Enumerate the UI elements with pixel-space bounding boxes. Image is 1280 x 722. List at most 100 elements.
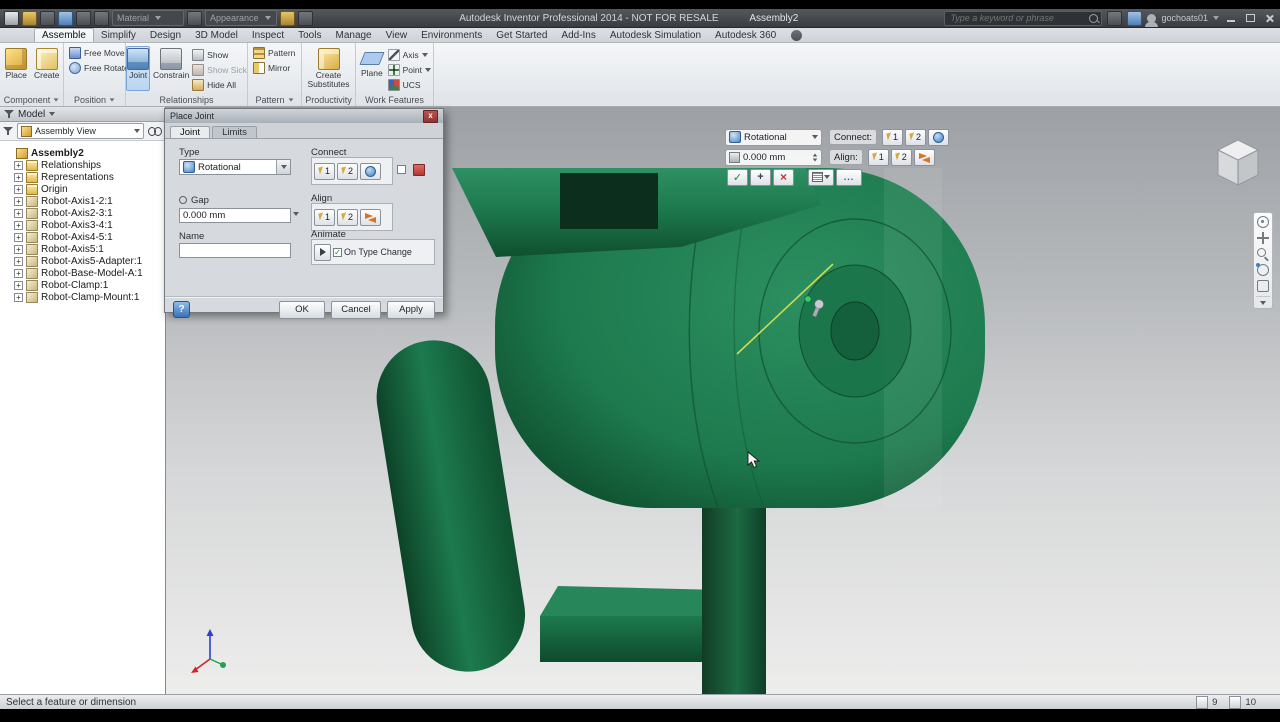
- tree-item[interactable]: + Robot-Axis1-2:1: [0, 195, 165, 207]
- first-selection-flag-icon[interactable]: [413, 164, 425, 176]
- tree-item[interactable]: + Origin: [0, 183, 165, 195]
- help-search-input[interactable]: [948, 12, 1088, 24]
- chevron-down-icon[interactable]: [1260, 301, 1266, 305]
- tree-item[interactable]: + Robot-Base-Model-A:1: [0, 267, 165, 279]
- ribbon-tab[interactable]: Autodesk Simulation: [603, 29, 708, 42]
- joint-type-select[interactable]: Rotational: [725, 128, 822, 146]
- zoom-icon[interactable]: [1257, 248, 1269, 260]
- username[interactable]: gochoats01: [1161, 13, 1208, 23]
- mini-more-options-button[interactable]: ...: [836, 168, 862, 186]
- align-second-selection-button[interactable]: 2: [890, 148, 912, 166]
- save-icon[interactable]: [58, 10, 73, 26]
- dialog-titlebar[interactable]: Place Joint x: [165, 109, 443, 123]
- show-sick-button[interactable]: Show Sick: [192, 63, 247, 76]
- relationships-panel-label[interactable]: Relationships: [126, 93, 248, 106]
- hide-all-button[interactable]: Hide All: [192, 78, 247, 91]
- assembly-view-dropdown[interactable]: Assembly View: [17, 123, 144, 139]
- ribbon-tab[interactable]: Inspect: [245, 29, 291, 42]
- connect-option-checkbox[interactable]: [397, 165, 406, 174]
- point-button[interactable]: Point: [387, 63, 431, 76]
- connect-first-selection-button[interactable]: 1: [314, 162, 335, 180]
- gap-offset-field[interactable]: 0.000 mm: [725, 148, 822, 166]
- app-logo-icon[interactable]: [4, 10, 19, 26]
- tree-expander-icon[interactable]: +: [14, 184, 23, 194]
- pattern-button[interactable]: Pattern: [253, 46, 295, 59]
- orbit-icon[interactable]: [1256, 263, 1269, 276]
- on-type-change-checkbox[interactable]: ✓: [333, 247, 342, 257]
- tree-expander-icon[interactable]: +: [14, 292, 23, 302]
- adjust-icon[interactable]: [280, 10, 295, 26]
- new-file-icon[interactable]: [22, 10, 37, 26]
- tree-expander-icon[interactable]: +: [14, 220, 23, 230]
- tree-expander-icon[interactable]: +: [14, 256, 23, 266]
- tab-limits[interactable]: Limits: [212, 126, 257, 138]
- axis-button[interactable]: Axis: [387, 48, 431, 61]
- tree-expander-icon[interactable]: +: [14, 160, 23, 170]
- productivity-panel-label[interactable]: Productivity: [302, 93, 356, 106]
- close-button[interactable]: [1262, 12, 1276, 25]
- ribbon-tab[interactable]: Design: [143, 29, 188, 42]
- pattern-panel-label[interactable]: Pattern: [248, 93, 302, 106]
- tree-item[interactable]: + Robot-Axis2-3:1: [0, 207, 165, 219]
- pan-icon[interactable]: [1257, 232, 1269, 244]
- tree-item[interactable]: + Robot-Axis3-4:1: [0, 219, 165, 231]
- browser-header[interactable]: Model: [0, 107, 165, 122]
- connect-first-selection-button[interactable]: 1: [882, 128, 904, 146]
- find-binoculars-icon[interactable]: [148, 126, 162, 136]
- browser-filter-icon[interactable]: [3, 126, 13, 136]
- ribbon-tab[interactable]: Autodesk 360: [708, 29, 783, 42]
- ribbon-tab[interactable]: Manage: [328, 29, 378, 42]
- dialog-close-button[interactable]: x: [423, 109, 438, 123]
- mini-options-list-button[interactable]: [808, 168, 834, 186]
- create-button[interactable]: Create: [33, 46, 62, 91]
- align-flip-button[interactable]: [360, 208, 381, 226]
- ribbon-tab[interactable]: Get Started: [489, 29, 554, 42]
- tree-expander-icon[interactable]: +: [14, 172, 23, 182]
- tree-item[interactable]: + Robot-Axis4-5:1: [0, 231, 165, 243]
- gap-flyout-icon[interactable]: [293, 212, 299, 216]
- spinner-arrows[interactable]: [812, 153, 818, 162]
- component-panel-label[interactable]: Component: [0, 93, 64, 106]
- animate-play-button[interactable]: [314, 243, 331, 261]
- viewcube[interactable]: [1205, 131, 1271, 197]
- connect-mode-button[interactable]: [928, 128, 950, 146]
- plane-button[interactable]: Plane: [358, 46, 386, 91]
- connect-second-selection-button[interactable]: 2: [905, 128, 927, 146]
- gap-input[interactable]: [179, 208, 291, 223]
- appearance-dropdown[interactable]: Appearance: [205, 10, 277, 26]
- search-icon[interactable]: [1089, 13, 1099, 23]
- connect-mode-button[interactable]: [360, 162, 381, 180]
- gap-radio-icon[interactable]: [179, 196, 187, 204]
- ribbon-display-toggle[interactable]: [791, 30, 803, 41]
- tree-expander-icon[interactable]: +: [14, 244, 23, 254]
- ribbon-tab[interactable]: Environments: [414, 29, 489, 42]
- chevron-down-icon[interactable]: [1213, 16, 1219, 20]
- align-first-selection-button[interactable]: 1: [314, 208, 335, 226]
- tree-item[interactable]: + Relationships: [0, 159, 165, 171]
- look-at-icon[interactable]: [1257, 280, 1269, 292]
- redo-icon[interactable]: [94, 10, 109, 26]
- tree-item[interactable]: + Robot-Axis5:1: [0, 243, 165, 255]
- ribbon-tab[interactable]: Add-Ins: [554, 29, 602, 42]
- ribbon-tab[interactable]: View: [379, 29, 415, 42]
- dropdown-button[interactable]: [276, 160, 290, 174]
- measure-icon[interactable]: [298, 10, 313, 26]
- material-refresh-icon[interactable]: [187, 10, 202, 26]
- ucs-button[interactable]: UCS: [387, 78, 431, 91]
- create-substitutes-button[interactable]: Create Substitutes: [304, 46, 353, 91]
- show-button[interactable]: Show: [192, 48, 247, 61]
- maximize-button[interactable]: [1243, 12, 1257, 25]
- ok-button[interactable]: OK: [279, 300, 325, 319]
- communication-center-icon[interactable]: [1127, 10, 1143, 26]
- place-button[interactable]: Place: [2, 46, 31, 91]
- tree-expander-icon[interactable]: +: [14, 232, 23, 242]
- tab-joint[interactable]: Joint: [170, 126, 211, 138]
- tree-item[interactable]: + Robot-Axis5-Adapter:1: [0, 255, 165, 267]
- cancel-button[interactable]: Cancel: [331, 300, 381, 319]
- tree-item[interactable]: + Robot-Clamp:1: [0, 279, 165, 291]
- steering-wheel-icon[interactable]: [1257, 216, 1269, 228]
- mirror-button[interactable]: Mirror: [253, 61, 290, 74]
- ribbon-tab[interactable]: Tools: [291, 29, 328, 42]
- connect-second-selection-button[interactable]: 2: [337, 162, 358, 180]
- mini-cancel-button[interactable]: ×: [773, 168, 794, 186]
